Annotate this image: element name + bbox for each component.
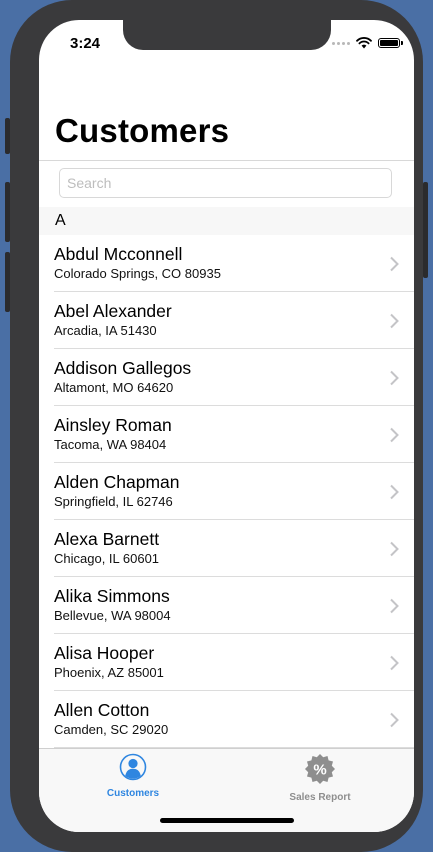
customer-name: Ainsley Roman xyxy=(54,415,172,435)
screen: 3:24 Customers A Abdul Mcconnell Colorad… xyxy=(39,20,414,832)
chevron-right-icon xyxy=(390,712,399,728)
customer-address: Springfield, IL 62746 xyxy=(54,494,173,509)
status-time: 3:24 xyxy=(70,35,101,52)
customer-row[interactable]: Alika Simmons Bellevue, WA 98004 xyxy=(39,577,414,634)
chevron-right-icon xyxy=(390,541,399,557)
status-icons xyxy=(332,37,403,49)
customer-name: Allen Cotton xyxy=(54,700,150,720)
customer-row[interactable]: Alisa Hooper Phoenix, AZ 85001 xyxy=(39,634,414,691)
customer-address: Phoenix, AZ 85001 xyxy=(54,665,164,680)
chevron-right-icon xyxy=(390,313,399,329)
customer-row[interactable]: Abel Alexander Arcadia, IA 51430 xyxy=(39,292,414,349)
title-divider xyxy=(39,160,414,161)
chevron-right-icon xyxy=(390,655,399,671)
customer-address: Arcadia, IA 51430 xyxy=(54,323,157,338)
home-indicator xyxy=(160,818,294,823)
chevron-right-icon xyxy=(390,598,399,614)
volume-up-button xyxy=(5,182,10,242)
person-icon xyxy=(119,753,147,781)
chevron-right-icon xyxy=(390,256,399,272)
device-frame: 3:24 Customers A Abdul Mcconnell Colorad… xyxy=(5,0,428,852)
percent-badge-icon: % xyxy=(305,754,335,784)
cellular-signal-icon xyxy=(332,41,350,45)
customer-row[interactable]: Addison Gallegos Altamont, MO 64620 xyxy=(39,349,414,406)
customer-address: Chicago, IL 60601 xyxy=(54,551,160,566)
tab-sales-report-label: Sales Report xyxy=(289,792,351,803)
chevron-right-icon xyxy=(390,484,399,500)
power-button xyxy=(423,182,428,278)
customer-name: Abel Alexander xyxy=(54,301,172,321)
tab-customers-label: Customers xyxy=(106,788,160,799)
search-input[interactable] xyxy=(59,168,392,198)
customer-address: Altamont, MO 64620 xyxy=(54,380,174,395)
customer-row[interactable]: Allen Cotton Camden, SC 29020 xyxy=(39,691,414,748)
tab-customers[interactable]: Customers xyxy=(63,753,203,799)
svg-text:%: % xyxy=(313,762,326,779)
customer-address: Camden, SC 29020 xyxy=(54,722,169,737)
wifi-icon xyxy=(356,37,372,49)
customer-row[interactable]: Ainsley Roman Tacoma, WA 98404 xyxy=(39,406,414,463)
battery-icon xyxy=(378,38,403,48)
customer-list: Abdul Mcconnell Colorado Springs, CO 809… xyxy=(39,235,414,748)
customer-row[interactable]: Alexa Barnett Chicago, IL 60601 xyxy=(39,520,414,577)
customer-address: Bellevue, WA 98004 xyxy=(54,608,171,623)
customer-name: Alden Chapman xyxy=(54,472,180,492)
mute-switch xyxy=(5,118,10,154)
section-header: A xyxy=(39,207,414,235)
chevron-right-icon xyxy=(390,427,399,443)
chevron-right-icon xyxy=(390,370,399,386)
customer-name: Alisa Hooper xyxy=(54,643,155,663)
customer-name: Abdul Mcconnell xyxy=(54,244,183,264)
customer-address: Colorado Springs, CO 80935 xyxy=(54,266,221,281)
customer-name: Addison Gallegos xyxy=(54,358,192,378)
customer-row[interactable]: Abdul Mcconnell Colorado Springs, CO 809… xyxy=(39,235,414,292)
customer-name: Alexa Barnett xyxy=(54,529,160,549)
customer-name: Alika Simmons xyxy=(54,586,170,606)
volume-down-button xyxy=(5,252,10,312)
customer-row[interactable]: Alden Chapman Springfield, IL 62746 xyxy=(39,463,414,520)
page-title: Customers xyxy=(55,112,230,149)
notch xyxy=(123,20,331,50)
customer-address: Tacoma, WA 98404 xyxy=(54,437,167,452)
tab-sales-report[interactable]: % Sales Report xyxy=(250,753,390,803)
